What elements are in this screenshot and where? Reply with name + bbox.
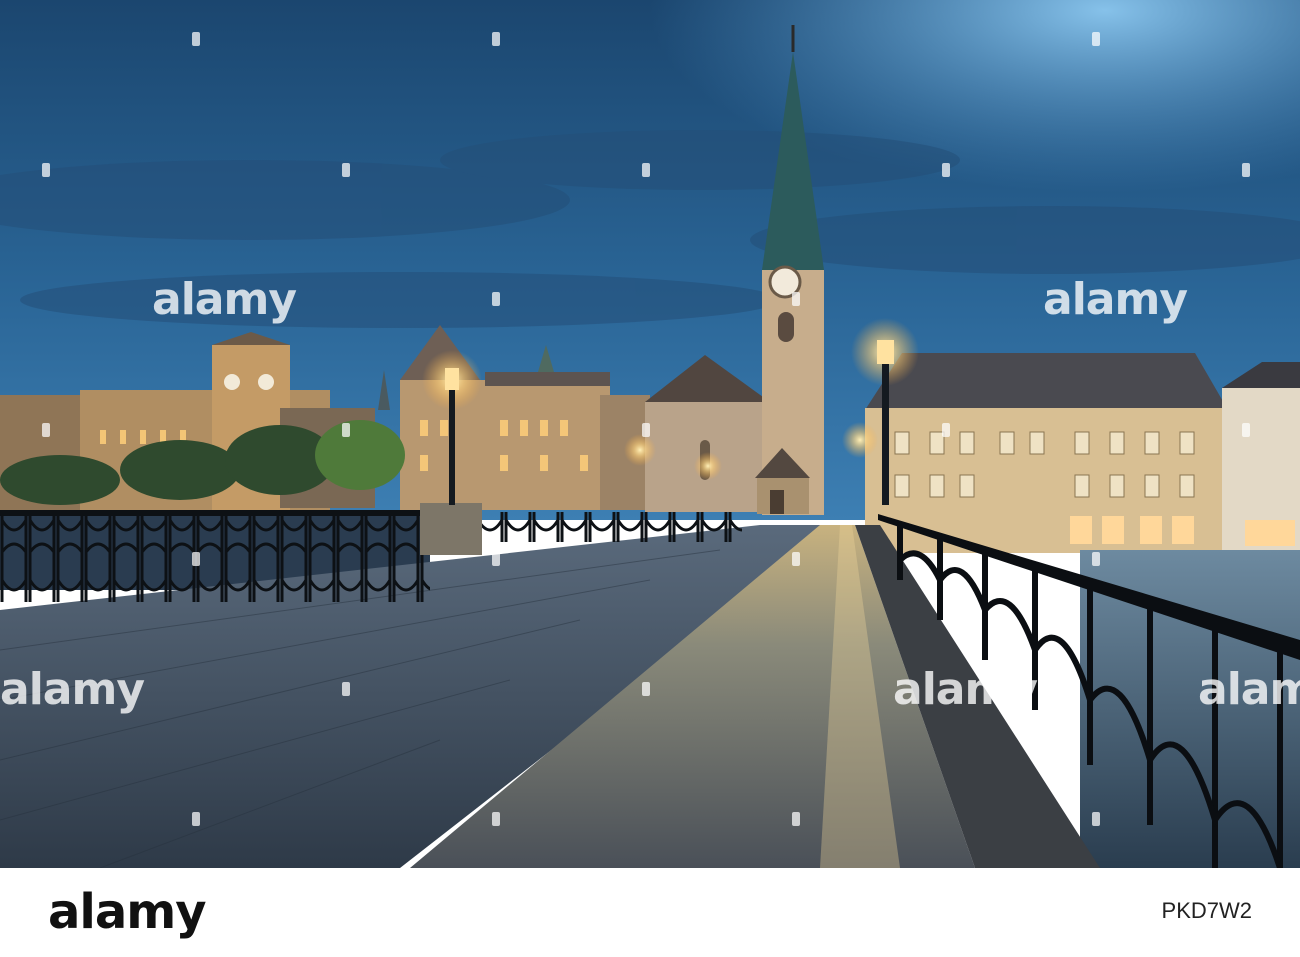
watermark-dot <box>492 292 500 306</box>
watermark-dot <box>492 552 500 566</box>
watermark-dot <box>792 552 800 566</box>
watermark-dot <box>1092 812 1100 826</box>
watermark-dot <box>42 423 50 437</box>
stock-footer-bar: alamy PKD7W2 <box>0 868 1300 957</box>
watermark-dot <box>642 682 650 696</box>
watermark-dot <box>192 552 200 566</box>
photo: alamy alamy alamy alamy alamy <box>0 0 1300 868</box>
watermark-dot <box>192 32 200 46</box>
watermark-text: alamy <box>893 664 1038 715</box>
mid-railing <box>482 512 742 542</box>
shop-windows <box>1070 516 1295 546</box>
watermark-dot <box>792 292 800 306</box>
footer-logo[interactable]: alamy <box>48 888 207 936</box>
watermark-text: alamy <box>1043 274 1188 325</box>
watermark-dot <box>492 32 500 46</box>
watermark-dot <box>642 423 650 437</box>
watermark-dot <box>342 163 350 177</box>
watermark-dot <box>192 812 200 826</box>
watermark-dot <box>942 423 950 437</box>
watermark-dot <box>1092 552 1100 566</box>
watermark-text: alamy <box>0 664 145 715</box>
bridge-pillar-left <box>420 503 482 555</box>
watermark-dot <box>942 163 950 177</box>
watermark-dot <box>792 812 800 826</box>
watermark-dot <box>342 682 350 696</box>
cityscape-illustration <box>0 0 1300 868</box>
watermark-text: alamy <box>152 274 297 325</box>
watermark-dot <box>342 423 350 437</box>
watermark-text: alamy <box>1198 664 1300 715</box>
watermark-dot <box>42 163 50 177</box>
image-id: PKD7W2 <box>1161 898 1252 923</box>
watermark-dot <box>1242 423 1250 437</box>
watermark-dot <box>492 812 500 826</box>
watermark-dot <box>1092 32 1100 46</box>
watermark-dot <box>642 163 650 177</box>
watermark-dot <box>1242 163 1250 177</box>
left-railing <box>0 512 430 602</box>
